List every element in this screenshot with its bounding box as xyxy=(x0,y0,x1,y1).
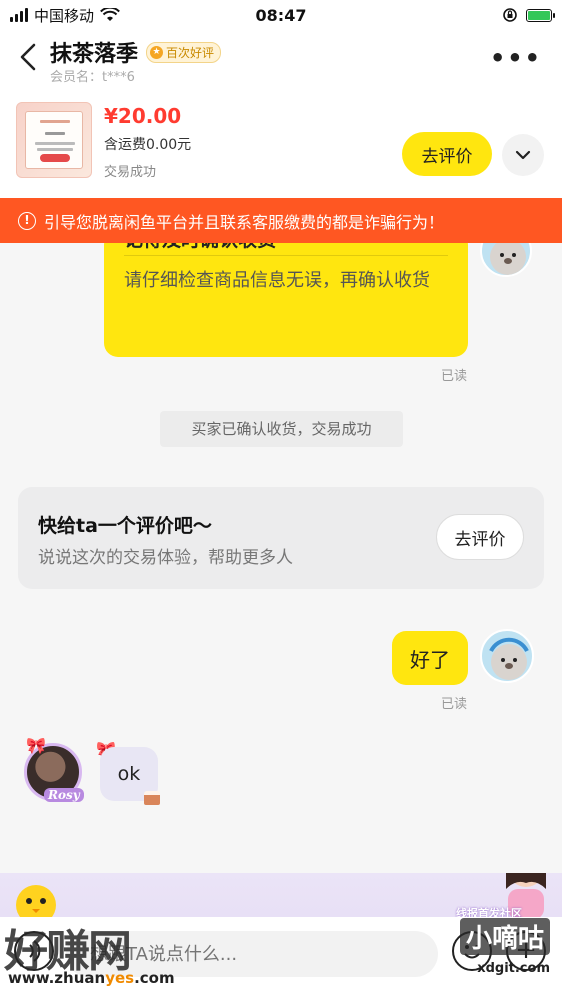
product-card[interactable]: ¥20.00 含运费0.00元 交易成功 去评价 xyxy=(0,90,562,198)
chat-messages[interactable]: 记得及时确认收货 请仔细检查商品信息无误，再确认收货 已读 买家已确认收货，交易… xyxy=(0,225,562,873)
review-prompt-card: 快给ta一个评价吧～ 说说这次的交易体验，帮助更多人 去评价 xyxy=(18,487,544,589)
chevron-down-icon xyxy=(515,150,531,160)
order-status: 交易成功 xyxy=(104,165,157,180)
review-prompt-subtitle: 说说这次的交易体验，帮助更多人 xyxy=(38,548,293,568)
expand-button[interactable] xyxy=(502,134,544,176)
battery-icon xyxy=(526,8,555,22)
signal-icon xyxy=(10,8,28,22)
read-receipt: 已读 xyxy=(441,369,468,384)
status-left: 中国移动 xyxy=(10,5,120,26)
plus-icon: + xyxy=(515,935,537,965)
input-bar: + xyxy=(0,917,562,1000)
reputation-badge: ★ 百次好评 xyxy=(146,41,222,63)
status-right xyxy=(502,7,555,23)
confirm-receipt-card: 记得及时确认收货 请仔细检查商品信息无误，再确认收货 xyxy=(104,231,468,357)
bow-icon: 🎀 xyxy=(26,736,46,755)
voice-button[interactable] xyxy=(14,931,54,971)
review-prompt-button[interactable]: 去评价 xyxy=(436,514,524,560)
chevron-left-icon xyxy=(20,43,36,71)
read-receipt: 已读 xyxy=(441,697,468,712)
divider xyxy=(124,255,448,256)
avatar-tag: Rosy xyxy=(44,788,84,802)
review-button[interactable]: 去评价 xyxy=(402,132,492,176)
seal-mascot-icon xyxy=(489,637,529,680)
my-message-bubble: 好了 xyxy=(392,631,468,685)
wifi-icon xyxy=(100,8,120,21)
emoji-button[interactable] xyxy=(452,931,492,971)
voice-icon xyxy=(29,940,41,962)
warning-text: 引导您脱离闲鱼平台并且联系客服缴费的都是诈骗行为！ xyxy=(44,212,445,232)
system-message: 买家已确认收货，交易成功 xyxy=(160,411,403,447)
member-name: 会员名：t***6 xyxy=(50,70,135,85)
my-avatar[interactable] xyxy=(480,629,534,683)
bottom-bar: 线报首发社区 + xyxy=(0,873,562,1000)
status-bar: 中国移动 08:47 xyxy=(0,0,562,30)
message-input[interactable] xyxy=(66,931,438,977)
orientation-lock-icon xyxy=(503,8,517,22)
review-prompt-title: 快给ta一个评价吧～ xyxy=(38,515,212,537)
carrier-label: 中国移动 xyxy=(34,6,95,25)
page-title: 抹茶落季 xyxy=(50,42,139,67)
cake-icon xyxy=(144,791,160,805)
card-body: 请仔细检查商品信息无误，再确认收货 xyxy=(124,270,430,291)
warning-icon: ! xyxy=(18,211,36,230)
ellipsis-icon: ••• xyxy=(489,44,542,72)
product-thumbnail[interactable] xyxy=(16,102,92,178)
product-price: ¥20.00 xyxy=(104,104,182,128)
shipping-fee: 含运费0.00元 xyxy=(104,137,192,153)
badge-label: 百次好评 xyxy=(166,45,215,60)
medal-icon: ★ xyxy=(150,45,164,59)
more-actions-button[interactable]: + xyxy=(506,931,546,971)
more-options-button[interactable]: ••• xyxy=(490,44,542,72)
thumbnail-graphic xyxy=(25,111,83,169)
back-button[interactable] xyxy=(18,42,48,74)
title-row: 抹茶落季 ★ 百次好评 xyxy=(50,36,222,68)
smiley-icon xyxy=(464,945,480,959)
chat-header: 抹茶落季 ★ 百次好评 会员名：t***6 ••• xyxy=(0,30,562,90)
fraud-warning-banner: ! 引导您脱离闲鱼平台并且联系客服缴费的都是诈骗行为！ xyxy=(0,198,562,243)
